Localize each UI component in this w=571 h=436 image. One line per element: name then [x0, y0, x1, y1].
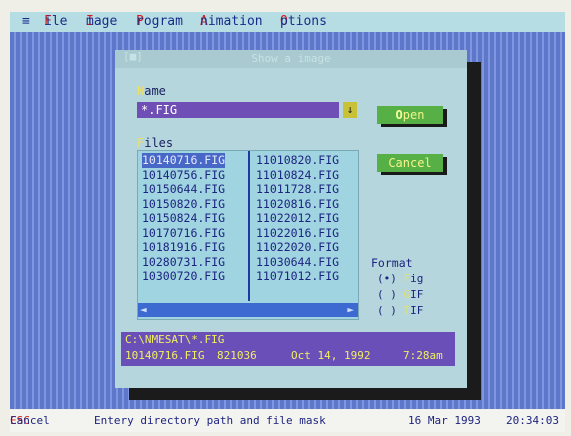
list-item[interactable]: 11022016.FIG: [256, 226, 339, 241]
list-item[interactable]: 10150820.FIG: [142, 197, 225, 212]
file-list[interactable]: 10140716.FIG 10140756.FIG 10150644.FIG 1…: [137, 150, 359, 320]
menu-bar: ≡ File Image Program Animation Options: [10, 12, 565, 32]
info-date: Oct 14, 1992: [291, 349, 371, 362]
file-info-panel: C:\NMESAT\*.FIG 10140716.FIG 821036 Oct …: [121, 332, 455, 366]
menu-animation-label: nimation: [200, 14, 263, 29]
list-item[interactable]: 11071012.FIG: [256, 269, 339, 284]
info-filesize: 821036: [217, 349, 257, 362]
list-item[interactable]: 11020816.FIG: [256, 197, 339, 212]
close-icon[interactable]: [■]: [123, 50, 143, 63]
list-item[interactable]: 10280731.FIG: [142, 255, 225, 270]
list-item[interactable]: 11022012.FIG: [256, 211, 339, 226]
files-label: Files: [137, 136, 173, 150]
horizontal-scrollbar[interactable]: ◄ ►: [138, 303, 358, 317]
status-bar: ESC Cancel Entery directory path and fil…: [10, 410, 565, 432]
status-date: 16 Mar 1993: [408, 414, 481, 427]
radio-label: IF: [410, 288, 424, 301]
list-item[interactable]: 10170716.FIG: [142, 226, 225, 241]
menu-file-label: ile: [44, 14, 68, 29]
screen: ≡ File Image Program Animation Options S…: [0, 0, 571, 436]
list-item[interactable]: 11022020.FIG: [256, 240, 339, 255]
status-hint: Entery directory path and file mask: [94, 414, 326, 427]
list-item[interactable]: 11010820.FIG: [256, 153, 339, 168]
list-item[interactable]: 10150644.FIG: [142, 182, 225, 197]
info-time: 7:28am: [403, 349, 443, 362]
open-button-label: pen: [402, 108, 425, 122]
menu-image-label: mage: [86, 14, 118, 29]
list-item[interactable]: 11010824.FIG: [256, 168, 339, 183]
info-filename: 10140716.FIG: [125, 349, 205, 362]
history-dropdown-icon[interactable]: ↓: [343, 102, 357, 118]
open-button[interactable]: Open: [377, 106, 443, 124]
file-column-2: 11010820.FIG 11010824.FIG 11011728.FIG 1…: [256, 153, 339, 284]
list-item[interactable]: 11011728.FIG: [256, 182, 339, 197]
name-input[interactable]: *.FIG: [137, 102, 339, 118]
list-item[interactable]: 11030644.FIG: [256, 255, 339, 270]
format-label: Format: [371, 256, 413, 270]
files-label-text: iles: [144, 136, 174, 150]
list-item[interactable]: 10150824.FIG: [142, 211, 225, 226]
radio-mark: (•): [377, 272, 397, 285]
radio-label: ig: [410, 272, 424, 285]
status-time: 20:34:03: [506, 414, 559, 427]
list-item[interactable]: 10181916.FIG: [142, 240, 225, 255]
menu-options-label: ptions: [280, 14, 327, 29]
name-label-text: ame: [144, 84, 166, 98]
dialog-title: Show a image: [115, 50, 467, 68]
radio-mark: ( ): [377, 288, 397, 301]
format-tif-radio[interactable]: ( ) TIF: [377, 304, 423, 317]
radio-mark: ( ): [377, 304, 397, 317]
column-divider: [248, 151, 250, 301]
scroll-right-icon[interactable]: ►: [347, 303, 354, 317]
list-item[interactable]: 10140716.FIG: [142, 153, 226, 168]
name-label: Name: [137, 84, 166, 98]
menu-program-label: rogram: [136, 14, 183, 29]
scroll-left-icon[interactable]: ◄: [140, 303, 147, 317]
list-item[interactable]: 10300720.FIG: [142, 269, 225, 284]
cancel-button[interactable]: Cancel: [377, 154, 443, 172]
file-column-1: 10140716.FIG 10140756.FIG 10150644.FIG 1…: [142, 153, 226, 284]
format-fig-radio[interactable]: (•) Fig: [377, 272, 423, 285]
format-gif-radio[interactable]: ( ) GIF: [377, 288, 423, 301]
cancel-label: Cancel: [10, 414, 50, 427]
current-path: C:\NMESAT\*.FIG: [125, 333, 225, 346]
open-button-hotkey: O: [395, 108, 403, 122]
radio-label: IF: [410, 304, 424, 317]
list-item[interactable]: 10140756.FIG: [142, 168, 225, 183]
show-image-dialog: Show a image [■] Name *.FIG ↓ Open Cance…: [115, 50, 467, 388]
system-menu-icon[interactable]: ≡: [22, 12, 30, 32]
